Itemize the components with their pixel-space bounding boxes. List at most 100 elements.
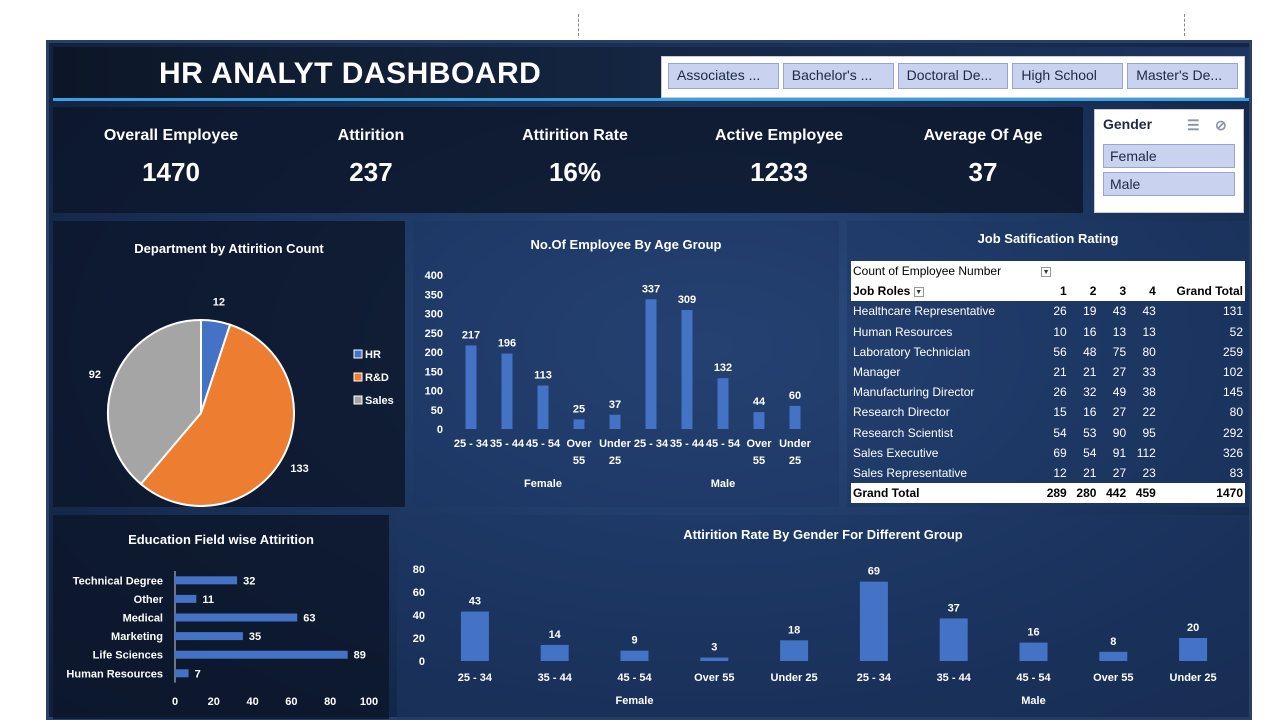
gender-slicer-header: Gender ☰ ⊘ [1103, 116, 1235, 140]
grand-total-row: Grand Total 289 280 442 459 1470 [851, 483, 1245, 504]
kpi-average-age: Average Of Age 37 [883, 127, 1083, 188]
bar-data-label: 18 [788, 624, 800, 636]
pivot-corner-label: Count of Employee Number [851, 261, 1040, 282]
job-satisfaction-panel: Job Satification Rating Count of Employe… [847, 221, 1249, 507]
bar-data-label: 16 [1027, 627, 1039, 639]
x-tick-label: 25 - 34 [454, 438, 489, 450]
education-bar-chart: 32 Technical Degree 11 Other 63 Medical 35 Mark… [66, 571, 378, 708]
table-cell: 95 [1142, 425, 1156, 440]
table-cell: 112 [1136, 445, 1156, 460]
kpi-panel: Overall Employee 1470 Attirition 237 Att… [53, 107, 1083, 213]
table-cell: 326 [1222, 445, 1243, 460]
slicer-item-bachelors[interactable]: Bachelor's ... [782, 63, 894, 89]
bar [175, 576, 238, 585]
y-tick-label: Marketing [111, 631, 163, 643]
table-cell: 21 [1083, 465, 1097, 480]
x-tick-label: 25 [789, 455, 801, 467]
slicer-item-high-school[interactable]: High School [1012, 63, 1124, 89]
table-cell: 27 [1112, 465, 1127, 480]
x-tick-label: 25 - 34 [458, 672, 493, 684]
bar [1019, 642, 1048, 661]
table-cell: 19 [1083, 304, 1097, 319]
column-filter-dropdown-icon[interactable]: ▼ [1041, 266, 1052, 277]
gender-attrition-panel: Attirition Rate By Gender For Different … [397, 515, 1249, 719]
bar-data-label: 196 [498, 338, 516, 350]
x-tick-label: 45 - 54 [1016, 672, 1051, 684]
guide-line [1184, 14, 1185, 36]
table-cell: 12 [1053, 465, 1067, 480]
row-label: Sales Executive [853, 445, 939, 460]
bar-data-label: 44 [753, 396, 766, 408]
x-tick-label: 35 - 44 [670, 438, 705, 450]
table-cell: 90 [1112, 425, 1127, 440]
bar [465, 345, 477, 429]
x-tick-label: 60 [285, 696, 297, 708]
table-cell: 52 [1229, 324, 1243, 339]
bar [700, 657, 729, 661]
x-tick-label: Under 25 [771, 672, 818, 684]
y-tick-label: 0 [419, 656, 425, 668]
table-cell: 16 [1083, 405, 1097, 420]
table-cell: 259 [1222, 344, 1243, 359]
chart-title: Job Satification Rating [977, 231, 1119, 246]
multi-select-icon[interactable]: ☰ [1187, 117, 1200, 134]
table-cell: 15 [1053, 405, 1067, 420]
kpi-active-employee: Active Employee 1233 [679, 127, 879, 188]
table-cell: 23 [1142, 465, 1156, 480]
y-tick-label: 0 [437, 424, 443, 436]
x-tick-label: 45 - 54 [706, 438, 741, 450]
legend-swatch [353, 395, 363, 405]
legend-swatch [353, 349, 363, 359]
bar-data-label: 60 [789, 390, 801, 402]
kpi-attirition: Attirition 237 [271, 127, 471, 188]
table-cell: 75 [1112, 344, 1127, 359]
row-label: Research Scientist [853, 425, 954, 440]
row-filter-dropdown-icon[interactable]: ▼ [913, 287, 924, 298]
row-label: Grand Total [851, 483, 1040, 504]
x-tick-label: Under [779, 438, 812, 450]
bar [717, 378, 729, 429]
table-cell: 27 [1112, 365, 1127, 380]
table-cell: 38 [1142, 385, 1156, 400]
bar [501, 353, 513, 429]
kpi-label: Active Employee [714, 127, 844, 144]
slicer-item-female[interactable]: Female [1103, 144, 1235, 168]
row-label: Healthcare Representative [853, 304, 996, 319]
slicer-item-masters[interactable]: Master's De... [1127, 63, 1238, 89]
y-tick-label: 100 [425, 386, 443, 398]
row-label: Sales Representative [853, 465, 968, 480]
y-tick-label: Technical Degree [73, 575, 163, 587]
bar [175, 669, 189, 678]
kpi-value: 16% [548, 157, 602, 187]
kpi-value: 1233 [750, 157, 808, 187]
table-cell: 21 [1053, 365, 1067, 380]
x-tick-label: 35 - 44 [538, 672, 573, 684]
bar [540, 644, 569, 661]
bar [789, 405, 801, 429]
bar-data-label: 3 [711, 642, 717, 654]
bar [645, 299, 657, 429]
y-tick-label: 400 [425, 270, 443, 282]
kpi-label: Attirition Rate [522, 127, 628, 144]
department-pie-panel: Department by Attirition Count 12 133 92 HR… [53, 221, 405, 507]
table-cell: 21 [1083, 365, 1097, 380]
x-tick-label: Under [599, 438, 632, 450]
x-tick-label: 40 [246, 696, 258, 708]
pie-data-label: 92 [89, 369, 101, 381]
clear-filter-icon[interactable]: ⊘ [1215, 117, 1227, 134]
table-cell: 56 [1053, 344, 1067, 359]
column-header: 2 [1068, 281, 1099, 302]
slicer-item-doctoral[interactable]: Doctoral De... [897, 63, 1009, 89]
y-tick-label: 20 [413, 633, 425, 645]
gender-slicer-title: Gender [1103, 116, 1153, 132]
x-tick-label: 25 - 34 [634, 438, 669, 450]
slicer-item-associates[interactable]: Associates ... [668, 63, 779, 89]
legend-label: HR [365, 349, 381, 361]
slicer-item-male[interactable]: Male [1103, 172, 1235, 196]
row-label: Human Resources [853, 324, 953, 339]
x-tick-label: 35 - 44 [937, 672, 972, 684]
age-bar-chart: 0 50 100 150 200 250 300 350 400 217 25 - 34 196 35 … [425, 270, 812, 490]
column-header: 4 [1128, 281, 1158, 302]
bar [939, 618, 968, 661]
y-tick-label: 40 [413, 610, 425, 622]
